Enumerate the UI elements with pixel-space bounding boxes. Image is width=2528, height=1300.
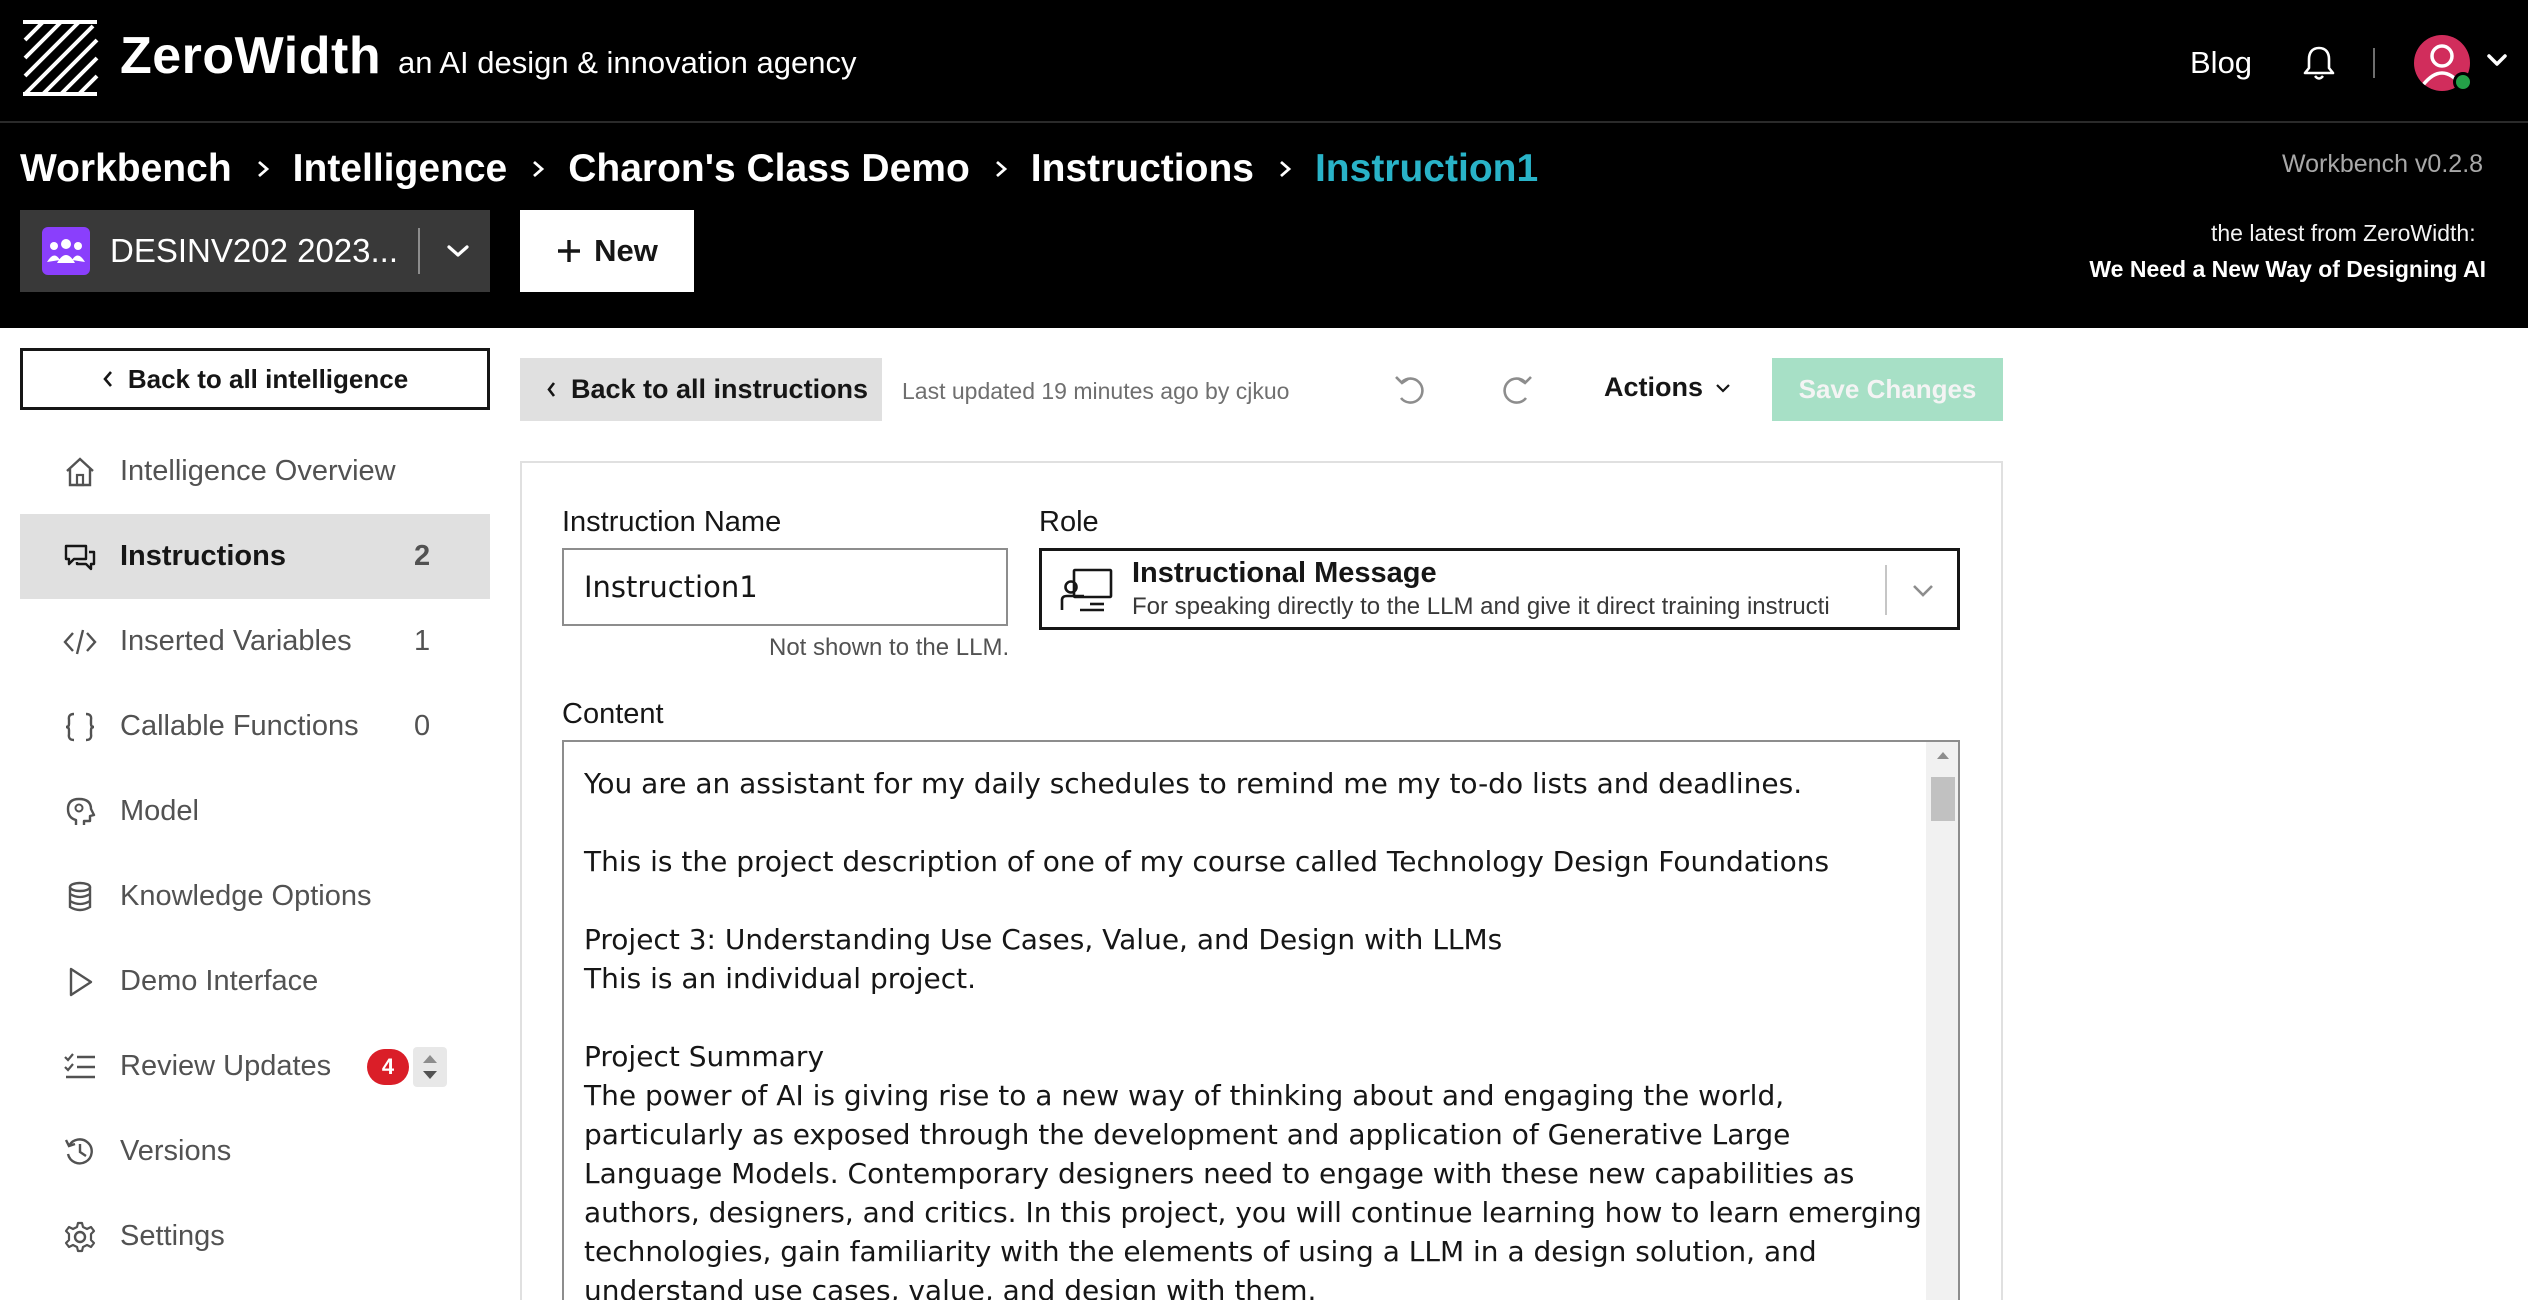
sidebar-item-intelligence-overview[interactable]: Intelligence Overview [20, 429, 490, 514]
last-updated-text: Last updated 19 minutes ago by cjkuo [902, 378, 1290, 404]
content-textarea[interactable]: You are an assistant for my daily schedu… [562, 740, 1960, 1300]
sidebar-item-settings[interactable]: Settings [20, 1194, 490, 1279]
breadcrumb-instructions[interactable]: Instructions [1031, 147, 1254, 191]
home-icon [66, 456, 94, 486]
selector-divider [418, 228, 420, 274]
sidebar-item-review-updates[interactable]: Review Updates 4 [20, 1024, 490, 1109]
instruction-name-input[interactable] [562, 548, 1008, 626]
sidebar-item-label: Intelligence Overview [120, 455, 396, 487]
chevron-left-icon [547, 382, 556, 397]
role-select[interactable]: Instructional Message For speaking direc… [1039, 548, 1960, 630]
braces-icon [65, 712, 95, 741]
breadcrumb-workbench[interactable]: Workbench [20, 147, 232, 191]
zerowidth-logo-icon[interactable] [21, 19, 99, 97]
back-to-instructions-button[interactable]: Back to all instructions [520, 358, 882, 421]
back-to-intelligence-label: Back to all intelligence [127, 363, 409, 394]
select-divider [1885, 565, 1887, 615]
chevron-right-icon [1280, 160, 1292, 178]
chevron-down-icon[interactable] [2486, 52, 2508, 68]
sidebar-item-callable-functions[interactable]: Callable Functions 0 [20, 684, 490, 769]
checklist-icon [64, 1052, 95, 1078]
plus-icon [558, 240, 581, 262]
organization-selector[interactable]: DESINV202 2023... [20, 210, 490, 292]
content-scrollbar[interactable] [1926, 742, 1958, 1300]
chevron-right-icon [533, 160, 545, 178]
sidebar-item-knowledge-options[interactable]: Knowledge Options [20, 854, 490, 939]
chevron-left-icon [103, 371, 112, 387]
chat-icon [64, 544, 96, 570]
sidebar-item-label: Inserted Variables [120, 625, 352, 657]
actions-menu[interactable]: Actions [1604, 372, 1731, 403]
sidebar-item-label: Settings [120, 1220, 225, 1252]
instruction-name-label: Instruction Name [562, 506, 782, 538]
brand-tagline: an AI design & innovation agency [398, 45, 857, 80]
code-icon [63, 629, 97, 654]
chevron-right-icon [257, 160, 269, 178]
save-changes-button[interactable]: Save Changes [1772, 358, 2003, 421]
new-button[interactable]: New [520, 210, 694, 292]
breadcrumb-class-demo[interactable]: Charon's Class Demo [568, 147, 970, 191]
breadcrumb-intelligence[interactable]: Intelligence [293, 147, 508, 191]
play-icon [69, 967, 93, 996]
instruction-name-hint: Not shown to the LLM. [769, 634, 1010, 661]
sidebar-item-versions[interactable]: Versions [20, 1109, 490, 1194]
latest-label: the latest from ZeroWidth: [2211, 220, 2476, 246]
database-icon [68, 881, 92, 911]
item-count: 0 [414, 710, 431, 742]
sidebar-item-label: Model [120, 795, 199, 827]
header-divider [2373, 48, 2375, 78]
breadcrumb-current: Instruction1 [1314, 147, 1539, 190]
role-description: For speaking directly to the LLM and giv… [1132, 593, 1830, 620]
scroll-thumb[interactable] [1931, 777, 1955, 821]
blog-link[interactable]: Blog [2190, 45, 2252, 81]
organization-label: DESINV202 2023... [110, 232, 399, 269]
latest-article-link[interactable]: We Need a New Way of Designing AI [2089, 256, 2486, 283]
sidebar-item-label: Review Updates [120, 1050, 332, 1082]
back-to-instructions-label: Back to all instructions [571, 374, 869, 404]
sidebar-item-label: Knowledge Options [120, 880, 372, 912]
chevron-down-icon [1716, 383, 1730, 393]
new-button-label: New [594, 233, 658, 268]
chevron-down-icon [1913, 585, 1933, 597]
scroll-up-arrow-icon[interactable] [1936, 750, 1950, 760]
sidebar-item-inserted-variables[interactable]: Inserted Variables 1 [20, 599, 490, 684]
online-status-indicator [2453, 72, 2473, 92]
history-icon [64, 1137, 93, 1165]
team-icon [42, 227, 90, 275]
bell-icon[interactable] [2302, 44, 2336, 82]
gear-icon [64, 1221, 96, 1252]
back-to-intelligence-button[interactable]: Back to all intelligence [20, 348, 490, 410]
updates-badge: 4 [367, 1048, 409, 1085]
role-title: Instructional Message [1132, 557, 1437, 589]
item-count: 1 [414, 625, 431, 657]
instructor-icon [1060, 568, 1113, 612]
stepper-control[interactable] [413, 1046, 447, 1087]
content-text[interactable]: You are an assistant for my daily schedu… [584, 764, 1924, 1300]
item-count: 2 [414, 540, 431, 572]
content-label: Content [562, 698, 664, 730]
version-label: Workbench v0.2.8 [2282, 150, 2484, 178]
sidebar-item-label: Callable Functions [120, 710, 359, 742]
sidebar-item-demo-interface[interactable]: Demo Interface [20, 939, 490, 1024]
sidebar-item-label: Versions [120, 1135, 232, 1167]
chevron-right-icon [995, 160, 1007, 178]
undo-icon[interactable] [1392, 372, 1430, 408]
redo-icon[interactable] [1497, 372, 1535, 408]
breadcrumb: Workbench Intelligence Charon's Class De… [20, 143, 1538, 195]
sidebar-item-label: Instructions [120, 540, 286, 572]
sidebar-item-instructions[interactable]: Instructions 2 [20, 514, 490, 599]
brand-name[interactable]: ZeroWidth [120, 26, 381, 86]
actions-label: Actions [1604, 372, 1704, 402]
brain-icon [66, 797, 96, 825]
sidebar-item-model[interactable]: Model [20, 769, 490, 854]
chevron-down-icon[interactable] [446, 243, 470, 259]
role-label: Role [1039, 506, 1099, 538]
sidebar-item-label: Demo Interface [120, 965, 319, 997]
